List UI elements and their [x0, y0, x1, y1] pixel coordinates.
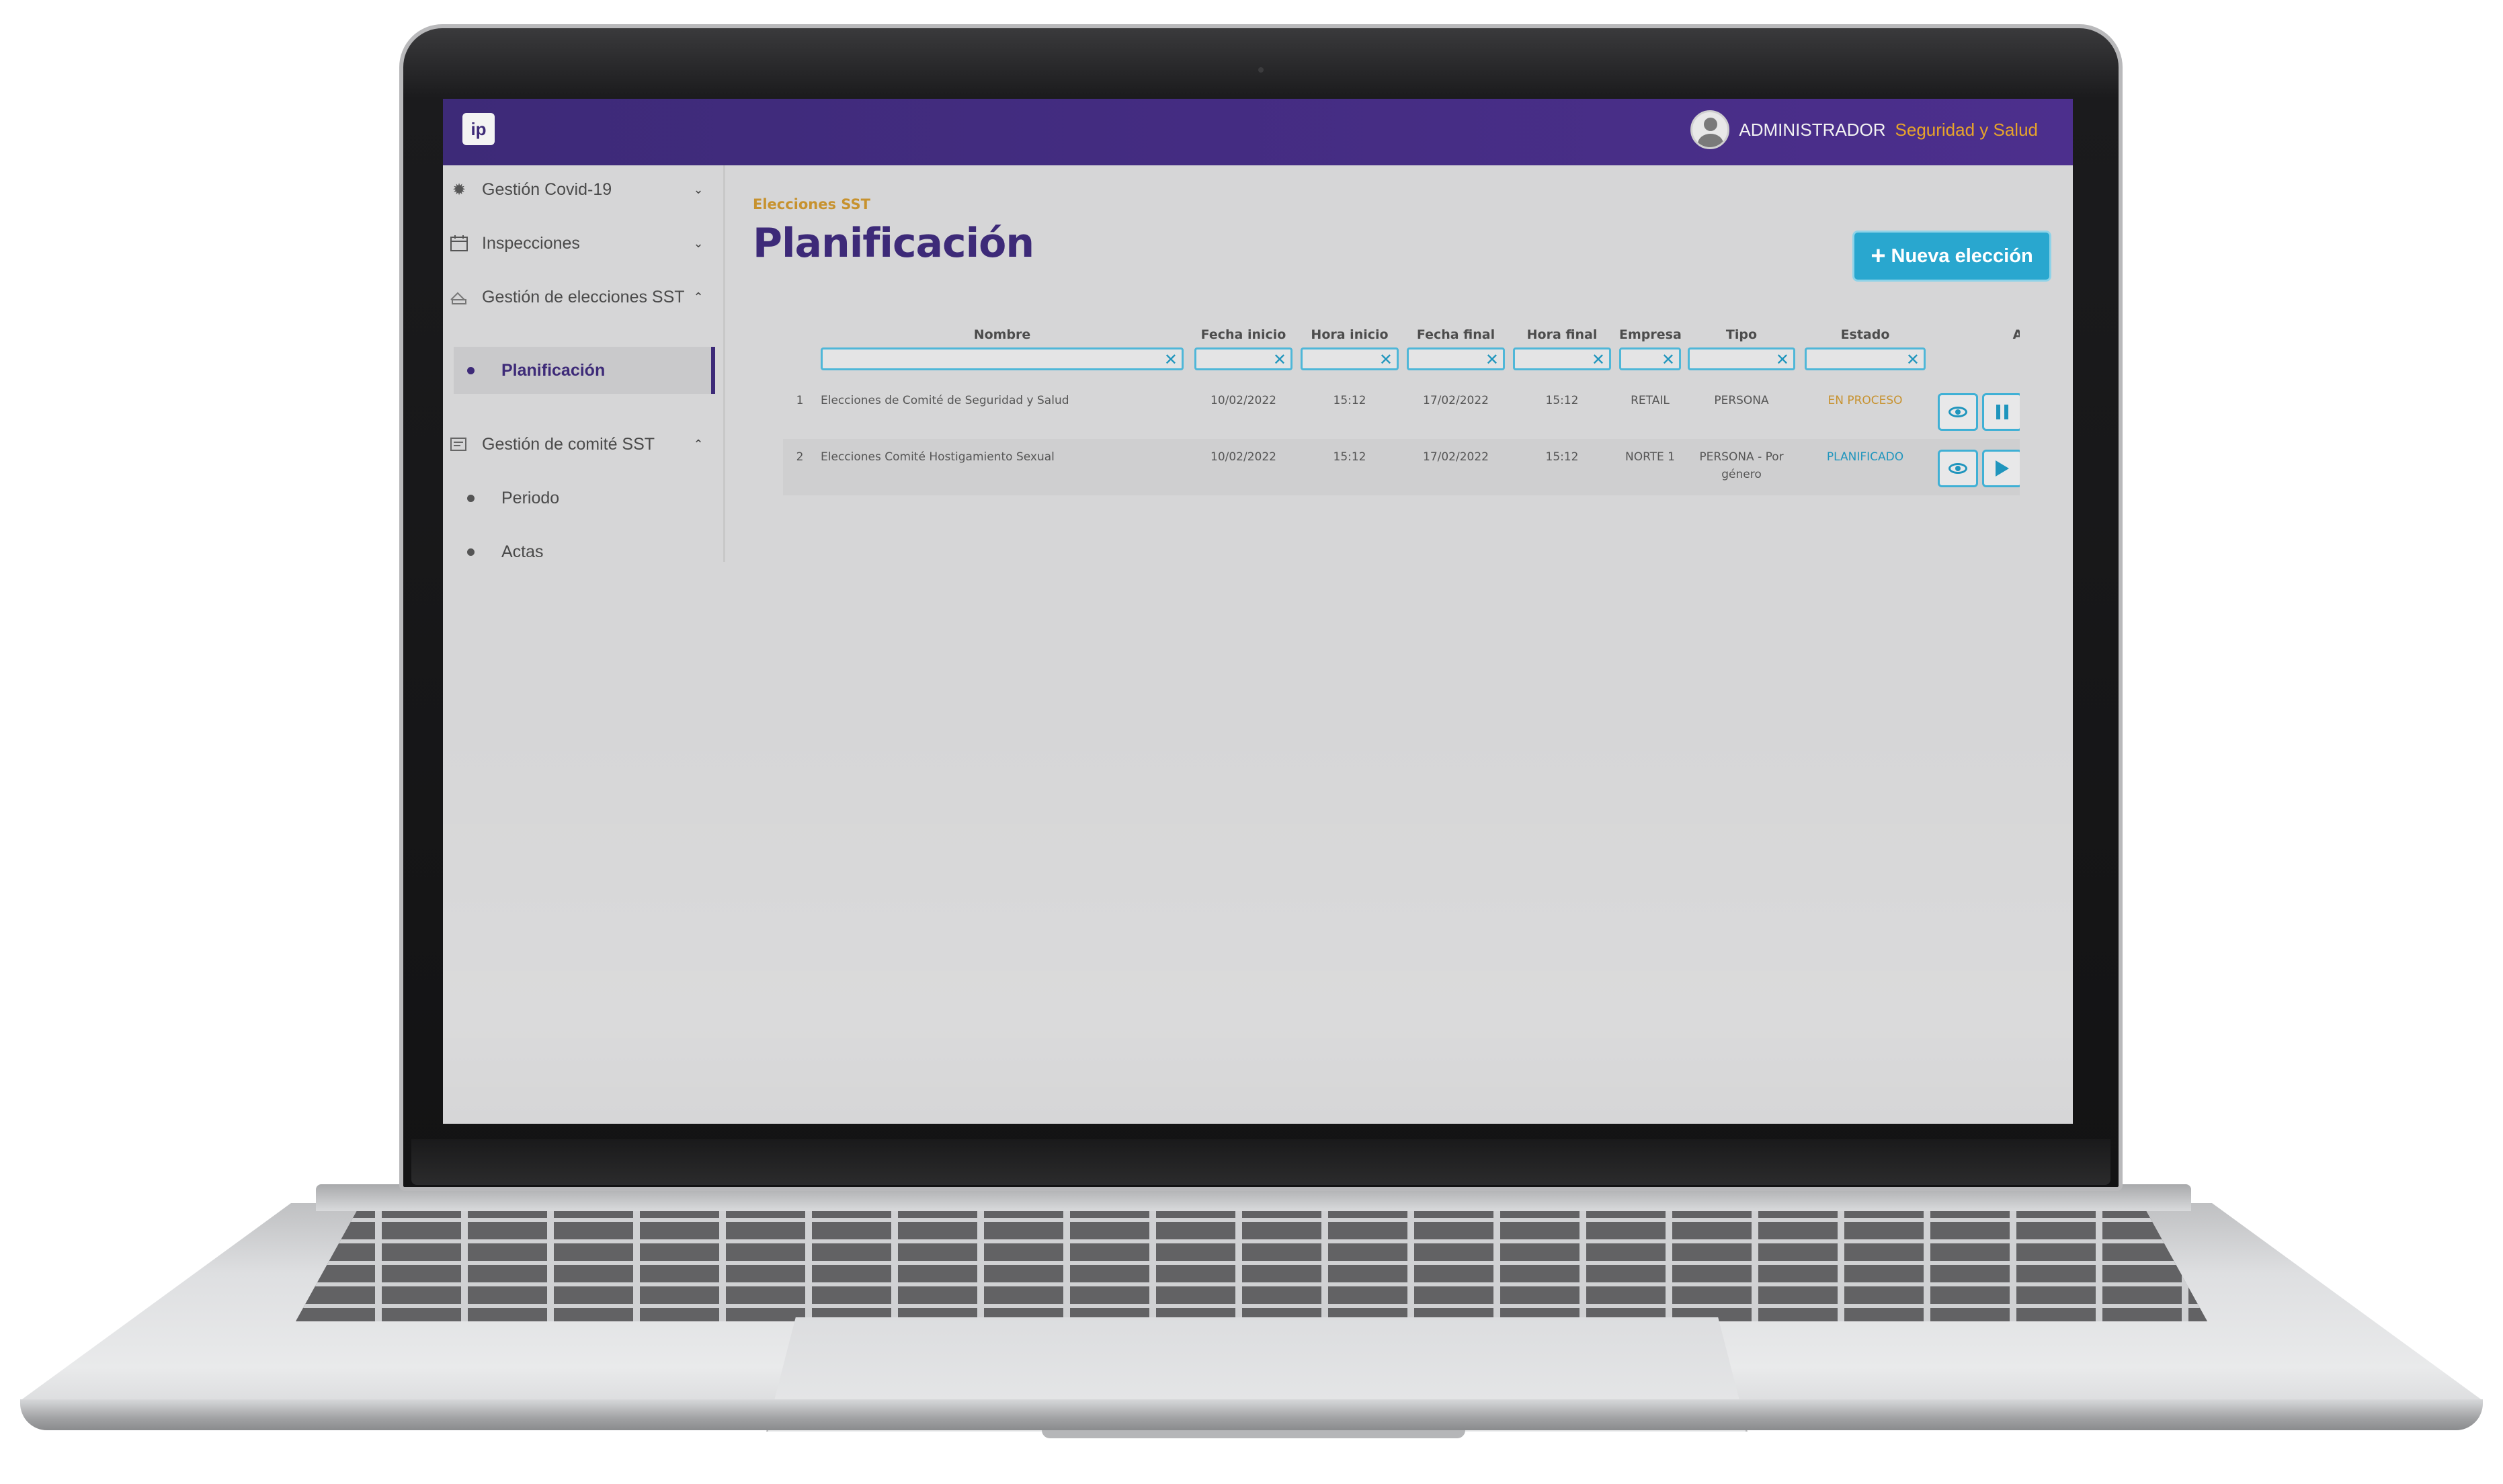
sidebar-subitem-label: Planificación	[501, 360, 606, 380]
cell-fecha-final: 17/02/2022	[1423, 450, 1489, 464]
avatar[interactable]	[1690, 110, 1730, 149]
filter-hora-final-input[interactable]: ✕	[1513, 347, 1611, 370]
clear-icon[interactable]: ✕	[1485, 352, 1499, 368]
sidebar-item-label: Gestión de elecciones SST	[482, 288, 685, 306]
top-bar: ip ADMINISTRADOR Seguridad y Salud	[443, 99, 2073, 165]
pause-icon	[1996, 405, 2008, 419]
row-number: 1	[796, 394, 804, 407]
cell-fecha-final: 17/02/2022	[1423, 394, 1489, 407]
clear-icon[interactable]: ✕	[1164, 352, 1178, 368]
filter-fecha-final-input[interactable]: ✕	[1407, 347, 1505, 370]
column-header-empresa[interactable]: Empresa	[1619, 327, 1682, 346]
cell-empresa: NORTE 1	[1625, 450, 1676, 464]
eye-icon	[1948, 407, 1967, 417]
filter-hora-inicio-input[interactable]: ✕	[1301, 347, 1399, 370]
cell-fecha-inicio: 10/02/2022	[1211, 450, 1276, 464]
keyboard-rows	[296, 1200, 2207, 1321]
table-row[interactable]: 2 Elecciones Comité Hostigamiento Sexual…	[783, 439, 2020, 495]
screen: ip ADMINISTRADOR Seguridad y Salud ✹ Ges…	[443, 99, 2073, 1124]
column-header-acciones[interactable]: A	[2008, 327, 2020, 346]
view-button[interactable]	[1938, 450, 1978, 487]
elections-table: Nombre Fecha inicio Hora inicio Fecha fi…	[783, 327, 2020, 596]
column-header-hora-final[interactable]: Hora final	[1513, 327, 1611, 346]
filter-nombre-input[interactable]: ✕	[821, 347, 1184, 370]
column-header-tipo[interactable]: Tipo	[1688, 327, 1795, 346]
plus-icon: +	[1871, 242, 1886, 270]
sidebar-item-periodo[interactable]: Periodo	[454, 475, 715, 522]
sidebar-subitem-label: Actas	[501, 542, 544, 561]
chevron-down-icon[interactable]: ⌄	[692, 183, 704, 196]
start-button[interactable]	[1982, 450, 2020, 487]
logo-text: ip	[470, 118, 487, 139]
play-icon	[1996, 460, 2009, 477]
user-menu[interactable]: ADMINISTRADOR Seguridad y Salud	[1690, 110, 2038, 149]
cell-hora-inicio: 15:12	[1333, 394, 1366, 407]
filter-estado-input[interactable]: ✕	[1805, 347, 1926, 370]
clear-icon[interactable]: ✕	[1379, 352, 1393, 368]
app-logo[interactable]: ip	[462, 113, 495, 145]
sidebar-item-inspecciones[interactable]: Inspecciones ⌄	[443, 223, 715, 263]
column-header-nombre[interactable]: Nombre	[821, 327, 1184, 346]
cell-empresa: RETAIL	[1631, 394, 1670, 407]
chevron-down-icon[interactable]: ⌄	[692, 237, 704, 250]
page-title: Planificación	[753, 220, 1034, 267]
new-election-button[interactable]: + Nueva elección	[1852, 231, 2051, 282]
calendar-icon	[450, 234, 468, 253]
clear-icon[interactable]: ✕	[1592, 352, 1605, 368]
chevron-up-icon[interactable]: ⌃	[692, 290, 704, 304]
column-header-hora-inicio[interactable]: Hora inicio	[1301, 327, 1399, 346]
sidebar-item-label: Gestión de comité SST	[482, 435, 655, 454]
user-name: ADMINISTRADOR	[1739, 119, 1886, 140]
sidebar-item-covid[interactable]: ✹ Gestión Covid-19 ⌄	[443, 169, 715, 210]
chevron-up-icon[interactable]: ⌃	[692, 438, 704, 451]
committee-icon	[450, 435, 468, 454]
table-row[interactable]: 1 Elecciones de Comité de Seguridad y Sa…	[783, 382, 2020, 439]
cell-tipo: PERSONA - Por género	[1699, 450, 1784, 481]
new-election-label: Nueva elección	[1891, 245, 2033, 267]
pause-button[interactable]	[1982, 393, 2020, 431]
cell-nombre: Elecciones Comité Hostigamiento Sexual	[821, 450, 1055, 464]
bullet-icon	[467, 494, 475, 502]
cell-hora-inicio: 15:12	[1333, 450, 1366, 464]
sidebar-item-elecciones[interactable]: Gestión de elecciones SST ⌃	[443, 277, 715, 317]
cell-fecha-inicio: 10/02/2022	[1211, 394, 1276, 407]
clear-icon[interactable]: ✕	[1273, 352, 1286, 368]
sidebar-item-actas[interactable]: Actas	[454, 528, 715, 575]
sidebar-item-label: Inspecciones	[482, 234, 580, 253]
clear-icon[interactable]: ✕	[1906, 352, 1920, 368]
cell-tipo: PERSONA	[1714, 394, 1769, 407]
sidebar: ✹ Gestión Covid-19 ⌄ Inspecciones ⌄ Gest…	[443, 165, 725, 562]
cell-nombre: Elecciones de Comité de Seguridad y Salu…	[821, 394, 1069, 407]
status-badge: PLANIFICADO	[1826, 450, 1904, 464]
column-header-fecha-final[interactable]: Fecha final	[1407, 327, 1505, 346]
clear-icon[interactable]: ✕	[1661, 352, 1675, 368]
user-role: Seguridad y Salud	[1895, 119, 2038, 140]
eye-icon	[1948, 463, 1967, 474]
bullet-icon	[467, 548, 475, 556]
view-button[interactable]	[1938, 393, 1978, 431]
filter-empresa-input[interactable]: ✕	[1619, 347, 1681, 370]
bullet-icon	[467, 366, 475, 374]
laptop-mockup: ip ADMINISTRADOR Seguridad y Salud ✹ Ges…	[0, 0, 2503, 1484]
sidebar-item-planificacion[interactable]: Planificación	[454, 347, 715, 394]
breadcrumb[interactable]: Elecciones SST	[753, 196, 870, 212]
sidebar-item-label: Gestión Covid-19	[482, 180, 612, 199]
column-header-fecha-inicio[interactable]: Fecha inicio	[1194, 327, 1292, 346]
sidebar-subitem-label: Periodo	[501, 488, 560, 507]
filter-fecha-inicio-input[interactable]: ✕	[1194, 347, 1292, 370]
clear-icon[interactable]: ✕	[1776, 352, 1789, 368]
cell-hora-final: 15:12	[1545, 394, 1579, 407]
laptop-front-edge	[20, 1399, 2483, 1430]
virus-icon: ✹	[452, 180, 466, 199]
status-badge: EN PROCESO	[1828, 394, 1903, 407]
laptop-front-notch	[1042, 1430, 1465, 1438]
laptop-chin	[411, 1139, 2110, 1185]
filter-tipo-input[interactable]: ✕	[1688, 347, 1795, 370]
row-number: 2	[796, 450, 804, 464]
webcam	[1258, 67, 1264, 73]
column-header-estado[interactable]: Estado	[1805, 327, 1926, 346]
ballot-icon	[450, 288, 468, 306]
cell-hora-final: 15:12	[1545, 450, 1579, 464]
sidebar-item-comite[interactable]: Gestión de comité SST ⌃	[443, 424, 715, 464]
